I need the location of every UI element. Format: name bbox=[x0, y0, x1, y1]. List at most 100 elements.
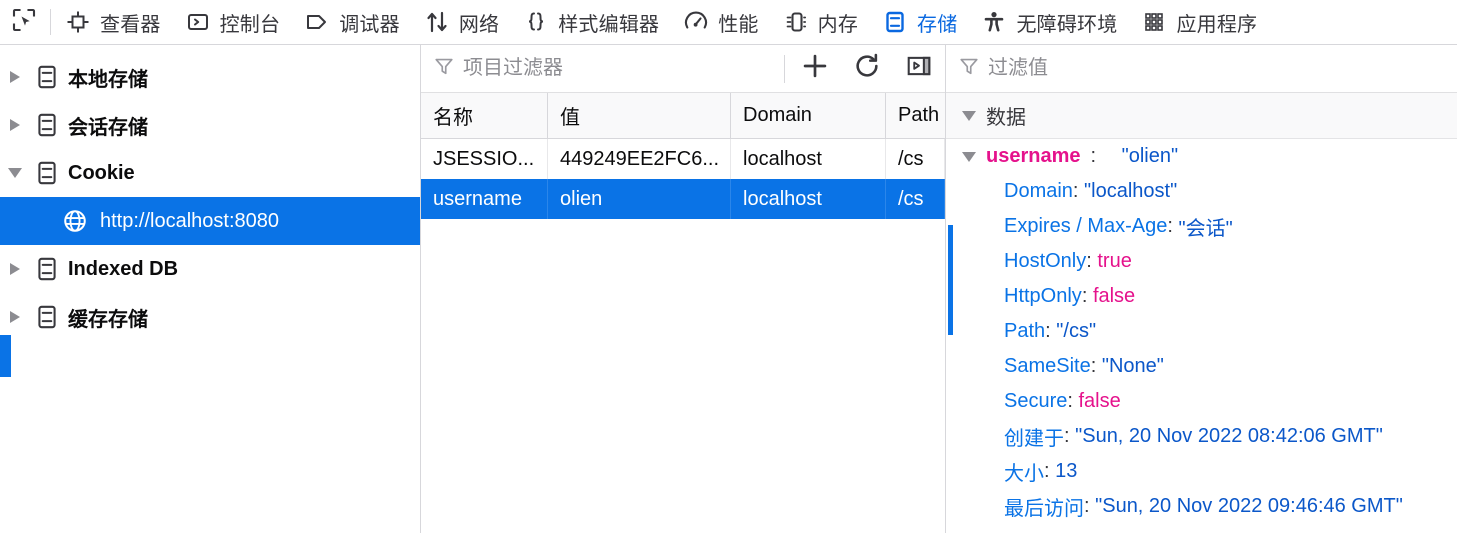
column-header-domain[interactable]: Domain bbox=[731, 93, 886, 138]
sidebar-item-local-storage[interactable]: 本地存储 bbox=[0, 53, 420, 101]
node-picker-button[interactable] bbox=[0, 0, 48, 44]
item-filter-wrapper[interactable] bbox=[421, 55, 780, 82]
detail-value: 13 bbox=[1055, 460, 1078, 482]
table-row[interactable]: JSESSIO... 449249EE2FC6... localhost /cs bbox=[421, 139, 945, 179]
detail-key: Domain bbox=[1004, 180, 1073, 202]
sidebar-item-cookie[interactable]: Cookie bbox=[0, 149, 420, 197]
storage-item-icon bbox=[30, 112, 64, 138]
detail-row-expires[interactable]: Expires / Max-Age: "会话" bbox=[946, 209, 1457, 244]
sidebar-item-label: 会话存储 bbox=[68, 116, 148, 139]
cell-path: /cs bbox=[886, 179, 945, 219]
detail-colon: : bbox=[1090, 145, 1097, 167]
tab-style-editor[interactable]: 样式编辑器 bbox=[511, 0, 671, 44]
detail-scrollbar-thumb[interactable] bbox=[948, 225, 953, 335]
console-icon bbox=[185, 9, 211, 35]
storage-icon bbox=[882, 9, 908, 35]
devtools-window: 查看器 控制台 调试器 网络 样式编辑器 性能 内存 存储 无障碍环境 应用程序… bbox=[0, 0, 1457, 533]
cell-path: /cs bbox=[886, 139, 945, 179]
detail-row-httponly[interactable]: HttpOnly: false bbox=[946, 279, 1457, 314]
value-filter-wrapper[interactable] bbox=[946, 55, 1457, 82]
tab-debugger[interactable]: 调试器 bbox=[292, 0, 412, 44]
detail-key: HttpOnly bbox=[1004, 285, 1082, 307]
detail-row-created[interactable]: 创建于: "Sun, 20 Nov 2022 08:42:06 GMT" bbox=[946, 419, 1457, 454]
refresh-button[interactable] bbox=[841, 46, 893, 92]
detail-key: Path bbox=[1004, 320, 1046, 342]
sidebar-item-cache-storage[interactable]: 缓存存储 bbox=[0, 293, 420, 341]
toggle-sidebar-button[interactable] bbox=[893, 46, 945, 92]
chevron-down-icon[interactable] bbox=[962, 110, 976, 121]
filter-funnel-icon bbox=[433, 55, 455, 82]
detail-row-size[interactable]: 大小: 13 bbox=[946, 454, 1457, 489]
detail-toolbar bbox=[946, 45, 1457, 93]
detail-row-hostonly[interactable]: HostOnly: true bbox=[946, 244, 1457, 279]
sidebar-item-label: 缓存存储 bbox=[68, 308, 148, 331]
tab-console[interactable]: 控制台 bbox=[173, 0, 293, 44]
table-row[interactable]: username olien localhost /cs bbox=[421, 179, 945, 219]
add-item-button[interactable] bbox=[789, 46, 841, 92]
storage-item-icon bbox=[30, 160, 64, 186]
column-header-path[interactable]: Path bbox=[886, 93, 945, 138]
cell-domain: localhost bbox=[731, 179, 886, 219]
column-header-name[interactable]: 名称 bbox=[421, 93, 548, 138]
table-toolbar bbox=[421, 45, 945, 93]
tab-application[interactable]: 应用程序 bbox=[1129, 0, 1269, 44]
detail-row-domain[interactable]: Domain: "localhost" bbox=[946, 174, 1457, 209]
tab-label: 应用程序 bbox=[1176, 13, 1258, 36]
item-filter-input[interactable] bbox=[463, 57, 780, 80]
refresh-icon bbox=[853, 52, 881, 85]
detail-colon: : bbox=[1044, 460, 1050, 482]
sidebar-item-session-storage[interactable]: 会话存储 bbox=[0, 101, 420, 149]
detail-key: HostOnly bbox=[1004, 250, 1087, 272]
detail-colon: : bbox=[1084, 495, 1090, 517]
sidebar-item-localhost-8080[interactable]: http://localhost:8080 bbox=[0, 197, 420, 245]
chevron-right-icon[interactable] bbox=[0, 263, 30, 275]
sidebar-item-indexed-db[interactable]: Indexed DB bbox=[0, 245, 420, 293]
storage-item-icon bbox=[30, 304, 64, 330]
detail-row-path[interactable]: Path: "/cs" bbox=[946, 314, 1457, 349]
detail-value: "localhost" bbox=[1084, 180, 1178, 202]
chevron-down-icon[interactable] bbox=[962, 151, 976, 162]
tab-label: 调试器 bbox=[339, 13, 400, 36]
value-filter-input[interactable] bbox=[988, 57, 1457, 80]
table-body: JSESSIO... 449249EE2FC6... localhost /cs… bbox=[421, 139, 945, 533]
detail-row-samesite[interactable]: SameSite: "None" bbox=[946, 349, 1457, 384]
detail-group-header[interactable]: 数据 bbox=[946, 93, 1457, 139]
detail-colon: : bbox=[1045, 320, 1051, 342]
sidebar-item-label: http://localhost:8080 bbox=[100, 209, 280, 232]
detail-colon: : bbox=[1067, 390, 1073, 412]
tab-inspector[interactable]: 查看器 bbox=[53, 0, 173, 44]
toolbar-divider bbox=[784, 54, 785, 83]
detail-row-last-accessed[interactable]: 最后访问: "Sun, 20 Nov 2022 09:46:46 GMT" bbox=[946, 489, 1457, 524]
detail-row-secure[interactable]: Secure: false bbox=[946, 384, 1457, 419]
tree-scrollbar-thumb[interactable] bbox=[0, 335, 11, 377]
tab-label: 查看器 bbox=[100, 13, 161, 36]
tab-memory[interactable]: 内存 bbox=[771, 0, 870, 44]
chevron-right-icon[interactable] bbox=[0, 311, 30, 323]
detail-root-row[interactable]: username: "olien" bbox=[946, 139, 1457, 174]
chevron-right-icon[interactable] bbox=[0, 119, 30, 131]
chevron-down-icon[interactable] bbox=[0, 168, 30, 178]
tab-network[interactable]: 网络 bbox=[412, 0, 511, 44]
detail-root-value: "olien" bbox=[1121, 145, 1179, 167]
globe-icon bbox=[58, 208, 92, 234]
tab-label: 样式编辑器 bbox=[558, 13, 660, 36]
panel-toggle-icon bbox=[906, 53, 932, 84]
tab-label: 控制台 bbox=[219, 13, 281, 36]
chevron-right-icon[interactable] bbox=[0, 71, 30, 83]
debugger-icon bbox=[304, 9, 330, 35]
tab-accessibility[interactable]: 无障碍环境 bbox=[969, 0, 1129, 44]
column-header-value[interactable]: 值 bbox=[548, 93, 731, 138]
sidebar-item-label: Indexed DB bbox=[68, 257, 179, 280]
tab-label: 性能 bbox=[718, 13, 759, 36]
devtools-toolbar: 查看器 控制台 调试器 网络 样式编辑器 性能 内存 存储 无障碍环境 应用程序 bbox=[0, 0, 1457, 45]
sidebar-item-label: Cookie bbox=[68, 161, 135, 184]
detail-value: "Sun, 20 Nov 2022 08:42:06 GMT" bbox=[1075, 425, 1383, 447]
detail-key: Secure bbox=[1004, 390, 1068, 412]
detail-value: false bbox=[1092, 285, 1136, 307]
storage-tree-panel: 本地存储 会话存储 Cookie http://localhost:8080 I… bbox=[0, 45, 421, 533]
cookies-table-panel: 名称 值 Domain Path JSESSIO... 449249EE2FC6… bbox=[421, 45, 946, 533]
tab-storage[interactable]: 存储 bbox=[870, 0, 969, 44]
detail-value: false bbox=[1078, 390, 1121, 412]
tab-performance[interactable]: 性能 bbox=[671, 0, 770, 44]
detail-value: "Sun, 20 Nov 2022 09:46:46 GMT" bbox=[1095, 495, 1403, 517]
